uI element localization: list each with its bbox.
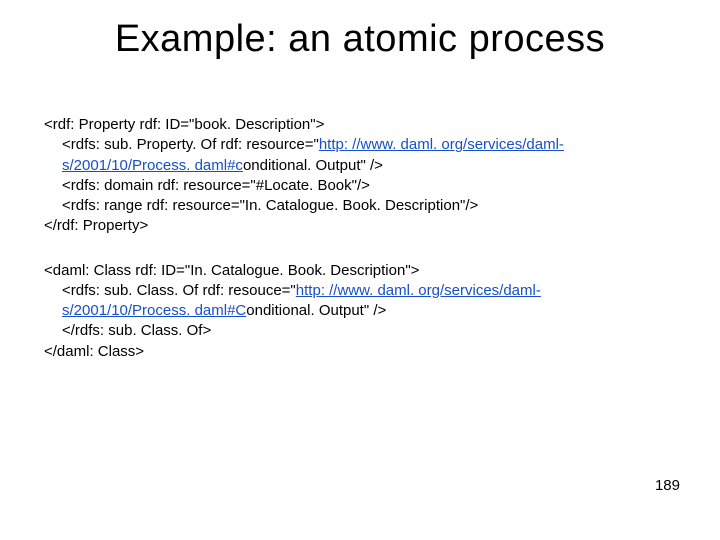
code-line: </daml: Class> [44, 342, 660, 362]
code-text: <rdfs: sub. Class. Of rdf: resouce=" [62, 282, 296, 299]
code-block-1: <rdf: Property rdf: ID="book. Descriptio… [44, 115, 660, 237]
code-line: </rdf: Property> [44, 216, 660, 236]
code-line: <rdfs: range rdf: resource="In. Catalogu… [44, 196, 660, 216]
code-line: <rdfs: sub. Class. Of rdf: resouce="http… [44, 281, 660, 322]
code-line: <rdfs: sub. Property. Of rdf: resource="… [44, 135, 660, 176]
code-line: <rdfs: domain rdf: resource="#Locate. Bo… [44, 176, 660, 196]
slide-body: <rdf: Property rdf: ID="book. Descriptio… [44, 115, 660, 386]
slide: Example: an atomic process <rdf: Propert… [0, 0, 720, 540]
code-text: <rdfs: sub. Property. Of rdf: resource=" [62, 136, 319, 153]
code-line: </rdfs: sub. Class. Of> [44, 321, 660, 341]
code-block-2: <daml: Class rdf: ID="In. Catalogue. Boo… [44, 261, 660, 362]
slide-title: Example: an atomic process [0, 18, 720, 61]
code-text: onditional. Output" /> [246, 302, 386, 319]
code-line: <rdf: Property rdf: ID="book. Descriptio… [44, 115, 660, 135]
page-number: 189 [655, 477, 680, 494]
code-line: <daml: Class rdf: ID="In. Catalogue. Boo… [44, 261, 660, 281]
code-text: onditional. Output" /> [243, 157, 383, 174]
